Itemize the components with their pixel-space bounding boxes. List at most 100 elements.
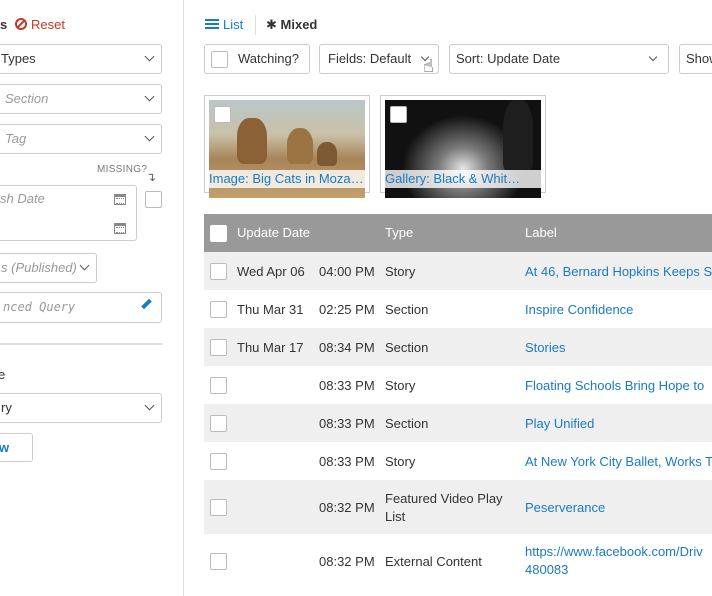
chevron-down-icon [144,400,155,411]
row-checkbox[interactable] [210,415,227,432]
row-time: 08:32 PM [319,554,375,569]
row-checkbox[interactable] [210,263,227,280]
chevron-down-icon [79,260,90,271]
chevron-down-icon [648,52,658,62]
row-type: Story [385,264,416,279]
date-from-field[interactable]: sh Date [0,186,136,212]
fields-select-value: Fields: Default [328,51,412,66]
tab-mixed[interactable]: ✱ Mixed [266,17,317,33]
row-time: 04:00 PM [319,264,375,279]
row-label-link[interactable]: Stories [525,340,565,355]
chevron-down-icon [144,91,155,102]
table-row[interactable]: 08:33 PM Story At New York City Ballet, … [204,442,712,480]
row-checkbox[interactable] [210,453,227,470]
tag-select[interactable]: Tag [0,124,162,154]
date-to-field[interactable] [0,215,136,241]
advanced-query-placeholder: nced Query [3,300,76,314]
table-row[interactable]: Wed Apr 06 04:00 PM Story At 46, Bernard… [204,252,712,290]
card-checkbox[interactable] [214,106,231,123]
calendar-icon[interactable] [114,223,126,234]
media-card[interactable]: Gallery: Black & Whit… [380,95,546,198]
column-type[interactable]: Type [385,225,413,240]
row-time: 08:33 PM [319,378,375,393]
missing-checkbox[interactable] [145,191,162,208]
chevron-down-icon [144,51,155,62]
row-type: External Content [385,554,482,569]
show-select[interactable]: Show [679,44,712,74]
filter-panel: s Reset Types Section Tag MISSING? ↴ sh … [0,0,184,596]
reset-label: Reset [31,17,65,32]
missing-label: MISSING? [97,164,148,175]
row-time: 08:33 PM [319,416,375,431]
row-type: Section [385,302,429,317]
row-label-link-continued[interactable]: 480083 [525,562,568,577]
pencil-icon[interactable] [141,298,152,310]
view-button[interactable]: w [0,433,33,462]
row-label-link[interactable]: https://www.facebook.com/Driv [525,544,703,559]
table-row[interactable]: 08:32 PM External Content https://www.fa… [204,534,712,590]
table-row[interactable]: Thu Mar 31 02:25 PM Section Inspire Conf… [204,290,712,328]
section-placeholder: Section [5,91,49,106]
row-date: Thu Mar 31 [237,302,304,317]
calendar-icon[interactable] [114,194,126,205]
card-checkbox[interactable] [390,106,407,123]
types-select[interactable]: Types [0,44,162,74]
watching-checkbox[interactable] [211,51,228,68]
tab-list[interactable]: List [205,17,243,32]
fields-select[interactable]: Fields: Default [319,44,439,74]
row-type: Featured Video Play [385,491,503,506]
filter-title: s [0,17,8,32]
row-checkbox[interactable] [210,339,227,356]
query-select[interactable]: ry [0,393,162,423]
sort-select[interactable]: Sort: Update Date [449,44,669,74]
table-row[interactable]: Thu Mar 17 08:34 PM Section Stories [204,328,712,366]
row-checkbox[interactable] [210,301,227,318]
tab-list-label: List [223,17,244,32]
watching-toggle[interactable]: Watching? [204,44,310,74]
row-label-link[interactable]: Inspire Confidence [525,302,633,317]
row-type: Section [385,416,429,431]
row-checkbox[interactable] [210,553,227,570]
reset-button[interactable]: Reset [15,17,65,32]
arrow-down-right-icon: ↴ [146,170,157,184]
row-label-link[interactable]: Play Unified [525,416,594,431]
row-time: 08:33 PM [319,454,375,469]
show-select-value: Show [686,51,712,66]
row-checkbox[interactable] [210,377,227,394]
types-select-value: Types [1,51,36,66]
column-update-date[interactable]: Update Date [237,225,310,240]
hand-cursor-icon: ☝ [423,56,434,76]
results-panel: List ✱ Mixed Watching? Fields: Default ☝… [185,0,712,596]
list-icon [205,19,219,30]
table-row[interactable]: 08:33 PM Section Play Unified [204,404,712,442]
status-select[interactable]: s (Published) [0,253,97,283]
status-select-value: s (Published) [1,260,77,275]
select-all-checkbox[interactable] [210,225,227,242]
row-time: 02:25 PM [319,302,375,317]
card-caption-link[interactable]: Image: Big Cats in Moza… [209,170,365,188]
row-label-link[interactable]: Peserverance [525,500,605,515]
query-select-value: ry [1,400,12,415]
section-select[interactable]: Section [0,84,162,114]
media-card[interactable]: Image: Big Cats in Moza… [204,95,370,198]
row-checkbox[interactable] [210,499,227,516]
column-label[interactable]: Label [525,225,557,240]
sort-select-value: Sort: Update Date [456,51,561,66]
tag-placeholder: Tag [5,131,27,146]
row-label-link[interactable]: At 46, Bernard Hopkins Keeps S [525,264,712,279]
watching-label: Watching? [238,51,299,66]
row-time: 08:32 PM [319,500,375,515]
table-header: Update Date Type Label [204,214,712,252]
row-time: 08:34 PM [319,340,375,355]
table-row[interactable]: 08:33 PM Story Floating Schools Bring Ho… [204,366,712,404]
row-type-continued: List [385,509,406,524]
row-label-link[interactable]: At New York City Ballet, Works T [525,454,712,469]
divider [0,343,162,345]
table-row[interactable]: 08:32 PM Featured Video Play List Peserv… [204,480,712,534]
advanced-query-input[interactable]: nced Query [0,292,162,323]
row-date: Wed Apr 06 [237,264,305,279]
row-label-link[interactable]: Floating Schools Bring Hope to [525,378,704,393]
row-type: Story [385,378,416,393]
card-caption-link[interactable]: Gallery: Black & Whit… [385,170,541,188]
date-from-placeholder: sh Date [0,191,45,206]
